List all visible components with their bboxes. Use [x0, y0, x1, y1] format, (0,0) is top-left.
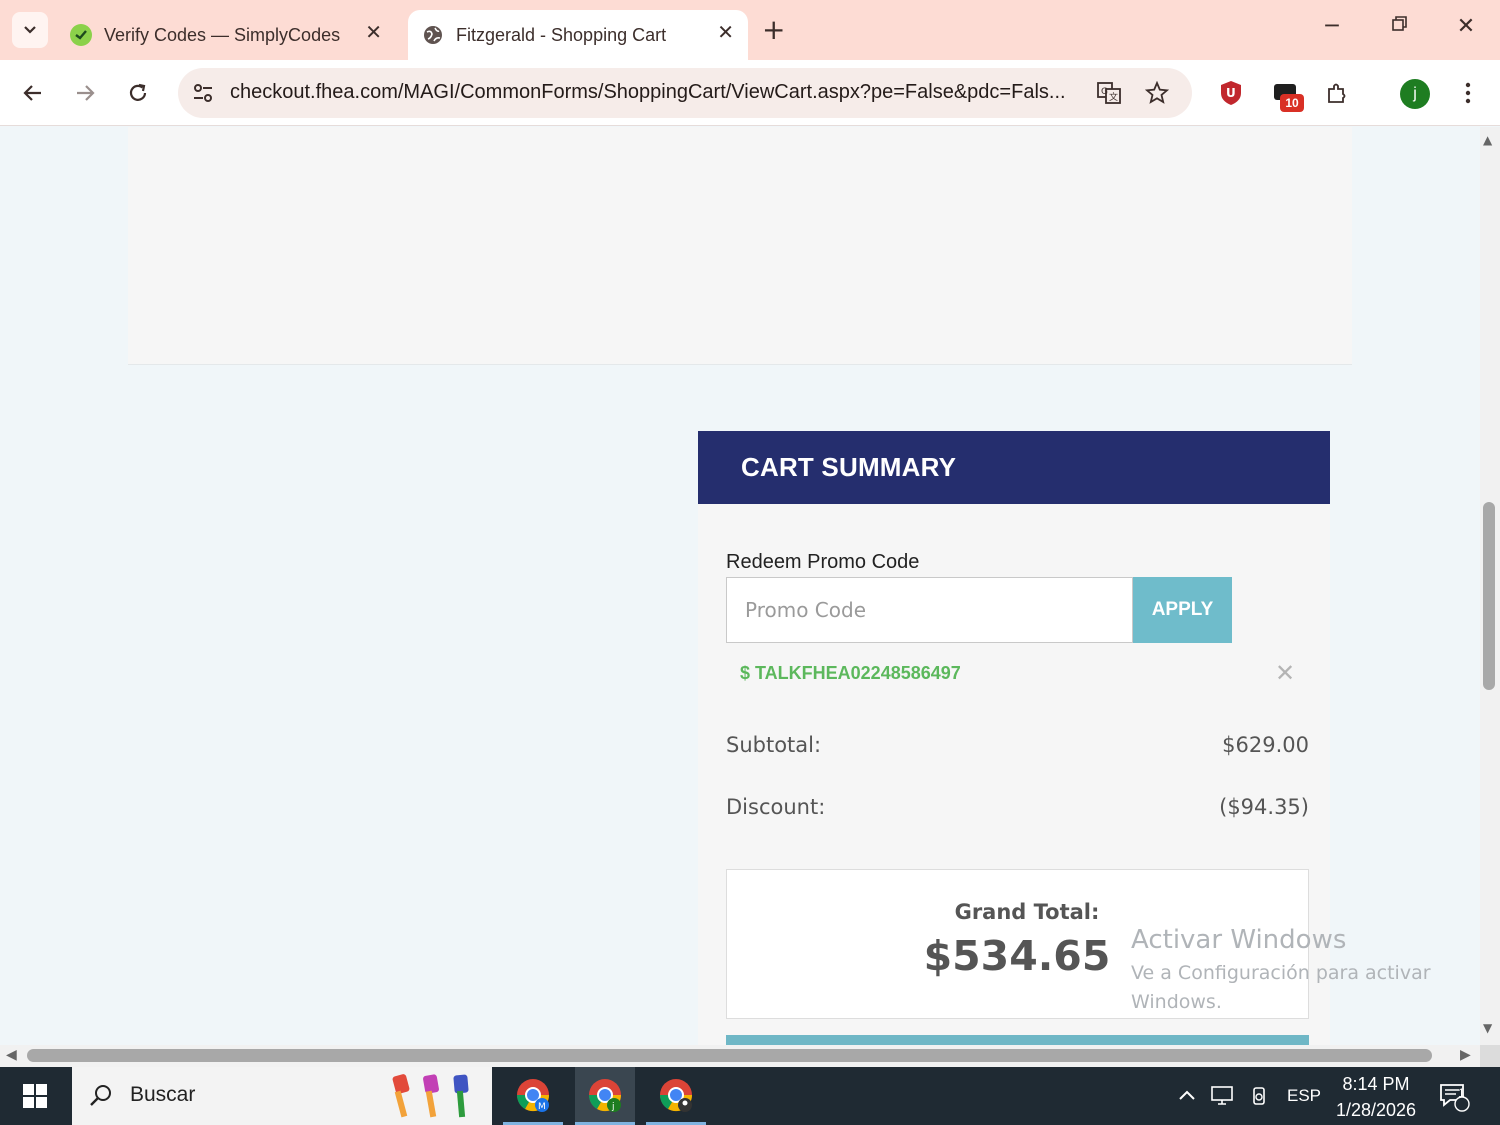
chrome-icon: M: [516, 1078, 550, 1112]
discount-label: Discount:: [726, 795, 826, 819]
browser-toolbar: checkout.fhea.com/MAGI/CommonForms/Shopp…: [0, 60, 1500, 126]
new-tab-icon[interactable]: +: [762, 16, 785, 44]
clock-date: 1/28/2026: [1335, 1100, 1417, 1120]
svg-text:M: M: [538, 1102, 546, 1112]
url-text[interactable]: checkout.fhea.com/MAGI/CommonForms/Shopp…: [230, 81, 1080, 104]
watermark-subtitle: Ve a Configuración para activar Windows.: [1131, 962, 1431, 1013]
tab-simplycodes[interactable]: Verify Codes — SimplyCodes ✕: [56, 10, 396, 60]
menu-kebab-icon[interactable]: [1453, 78, 1483, 108]
svg-text:j: j: [611, 1102, 615, 1112]
discount-row: Discount: ($94.35): [726, 795, 1309, 819]
checkout-button[interactable]: [726, 1035, 1309, 1045]
chrome-icon: [659, 1078, 693, 1112]
chevron-down-icon: [24, 26, 36, 34]
horizontal-scrollbar[interactable]: ◀ ▶: [0, 1045, 1480, 1067]
simplycodes-icon: [70, 24, 92, 46]
address-bar[interactable]: checkout.fhea.com/MAGI/CommonForms/Shopp…: [178, 68, 1192, 118]
tab-title: Fitzgerald - Shopping Cart: [456, 24, 667, 45]
notifications-icon[interactable]: 1: [1438, 1067, 1470, 1125]
scroll-left-icon[interactable]: ◀: [6, 1047, 17, 1063]
site-settings-icon[interactable]: [190, 80, 216, 106]
tab-title: Verify Codes — SimplyCodes: [104, 24, 341, 45]
cart-summary-title: CART SUMMARY: [741, 452, 957, 482]
applied-promo-code: $ TALKFHEA02248586497: [740, 663, 961, 683]
taskbar-search-text: Buscar: [130, 1083, 196, 1106]
subtotal-value: $629.00: [1222, 733, 1309, 757]
forward-icon[interactable]: [70, 78, 100, 108]
tray-chevron-up-icon[interactable]: [1176, 1067, 1198, 1125]
tab-search-button[interactable]: [12, 12, 48, 48]
extensions-puzzle-icon[interactable]: [1322, 78, 1352, 108]
remove-promo-icon[interactable]: ✕: [1275, 659, 1295, 687]
search-icon: [90, 1085, 111, 1106]
ublock-shield-icon[interactable]: U: [1216, 78, 1246, 108]
svg-text:G: G: [1101, 87, 1108, 97]
language-indicator[interactable]: ESP: [1287, 1067, 1321, 1125]
profile-avatar[interactable]: j: [1400, 79, 1430, 109]
tab-close-icon[interactable]: ✕: [717, 22, 734, 42]
apply-promo-button[interactable]: APPLY: [1133, 577, 1232, 643]
page-viewport: CART SUMMARY Redeem Promo Code APPLY $ T…: [0, 127, 1480, 1045]
network-icon[interactable]: [1210, 1067, 1238, 1125]
taskbar-chrome-profile-m[interactable]: M: [503, 1067, 563, 1125]
content-panel-top: [128, 127, 1352, 365]
scroll-down-icon[interactable]: ▼: [1483, 1021, 1492, 1035]
promo-code-input[interactable]: [726, 577, 1133, 643]
back-icon[interactable]: [18, 78, 48, 108]
taskbar-chrome-profile-j[interactable]: j: [575, 1067, 635, 1125]
scroll-right-icon[interactable]: ▶: [1460, 1047, 1471, 1063]
notification-count: 1: [1458, 1086, 1465, 1100]
tab-shopping-cart[interactable]: Fitzgerald - Shopping Cart ✕: [408, 10, 748, 60]
svg-text:文: 文: [1109, 91, 1118, 103]
reload-icon[interactable]: [123, 78, 153, 108]
scroll-up-icon[interactable]: ▲: [1483, 133, 1492, 147]
speaker-icon[interactable]: [1250, 1067, 1272, 1125]
grand-total-label: Grand Total:: [954, 900, 1100, 924]
tab-strip: Verify Codes — SimplyCodes ✕ Fitzgerald …: [0, 0, 1500, 60]
close-window-icon[interactable]: ✕: [1446, 14, 1486, 39]
translate-icon[interactable]: G文: [1096, 80, 1122, 106]
globe-icon: [422, 24, 444, 46]
bookmark-star-icon[interactable]: [1144, 80, 1170, 106]
extension-badge: 10: [1280, 94, 1304, 112]
chrome-icon: j: [588, 1078, 622, 1112]
watermark-title: Activar Windows: [1131, 925, 1347, 955]
taskbar-search[interactable]: Buscar: [72, 1067, 492, 1125]
windows-start-icon[interactable]: [0, 1067, 70, 1125]
subtotal-row: Subtotal: $629.00: [726, 733, 1309, 757]
promo-code-label: Redeem Promo Code: [726, 551, 920, 573]
restore-icon[interactable]: [1380, 14, 1420, 39]
scrollbar-corner: [1480, 1045, 1500, 1067]
svg-text:U: U: [1226, 86, 1236, 100]
horizontal-scroll-thumb[interactable]: [27, 1049, 1432, 1062]
paint-brushes-icon: [392, 1074, 469, 1118]
windows-taskbar: Buscar M j ESP 8:14 PM 1/28/2026 1: [0, 1067, 1500, 1125]
minimize-icon[interactable]: ─: [1312, 14, 1352, 39]
clock-time: 8:14 PM: [1342, 1074, 1410, 1094]
subtotal-label: Subtotal:: [726, 733, 822, 757]
windows-activation-watermark: Activar Windows Ve a Configuración para …: [1131, 925, 1461, 1017]
vertical-scrollbar[interactable]: ▲ ▼: [1480, 127, 1500, 1045]
taskbar-chrome-guest[interactable]: [646, 1067, 706, 1125]
cart-summary-header: CART SUMMARY: [698, 431, 1330, 504]
taskbar-clock[interactable]: 8:14 PM 1/28/2026: [1330, 1071, 1422, 1123]
vertical-scroll-thumb[interactable]: [1483, 502, 1495, 690]
discount-value: ($94.35): [1219, 795, 1309, 819]
tab-close-icon[interactable]: ✕: [365, 22, 382, 42]
